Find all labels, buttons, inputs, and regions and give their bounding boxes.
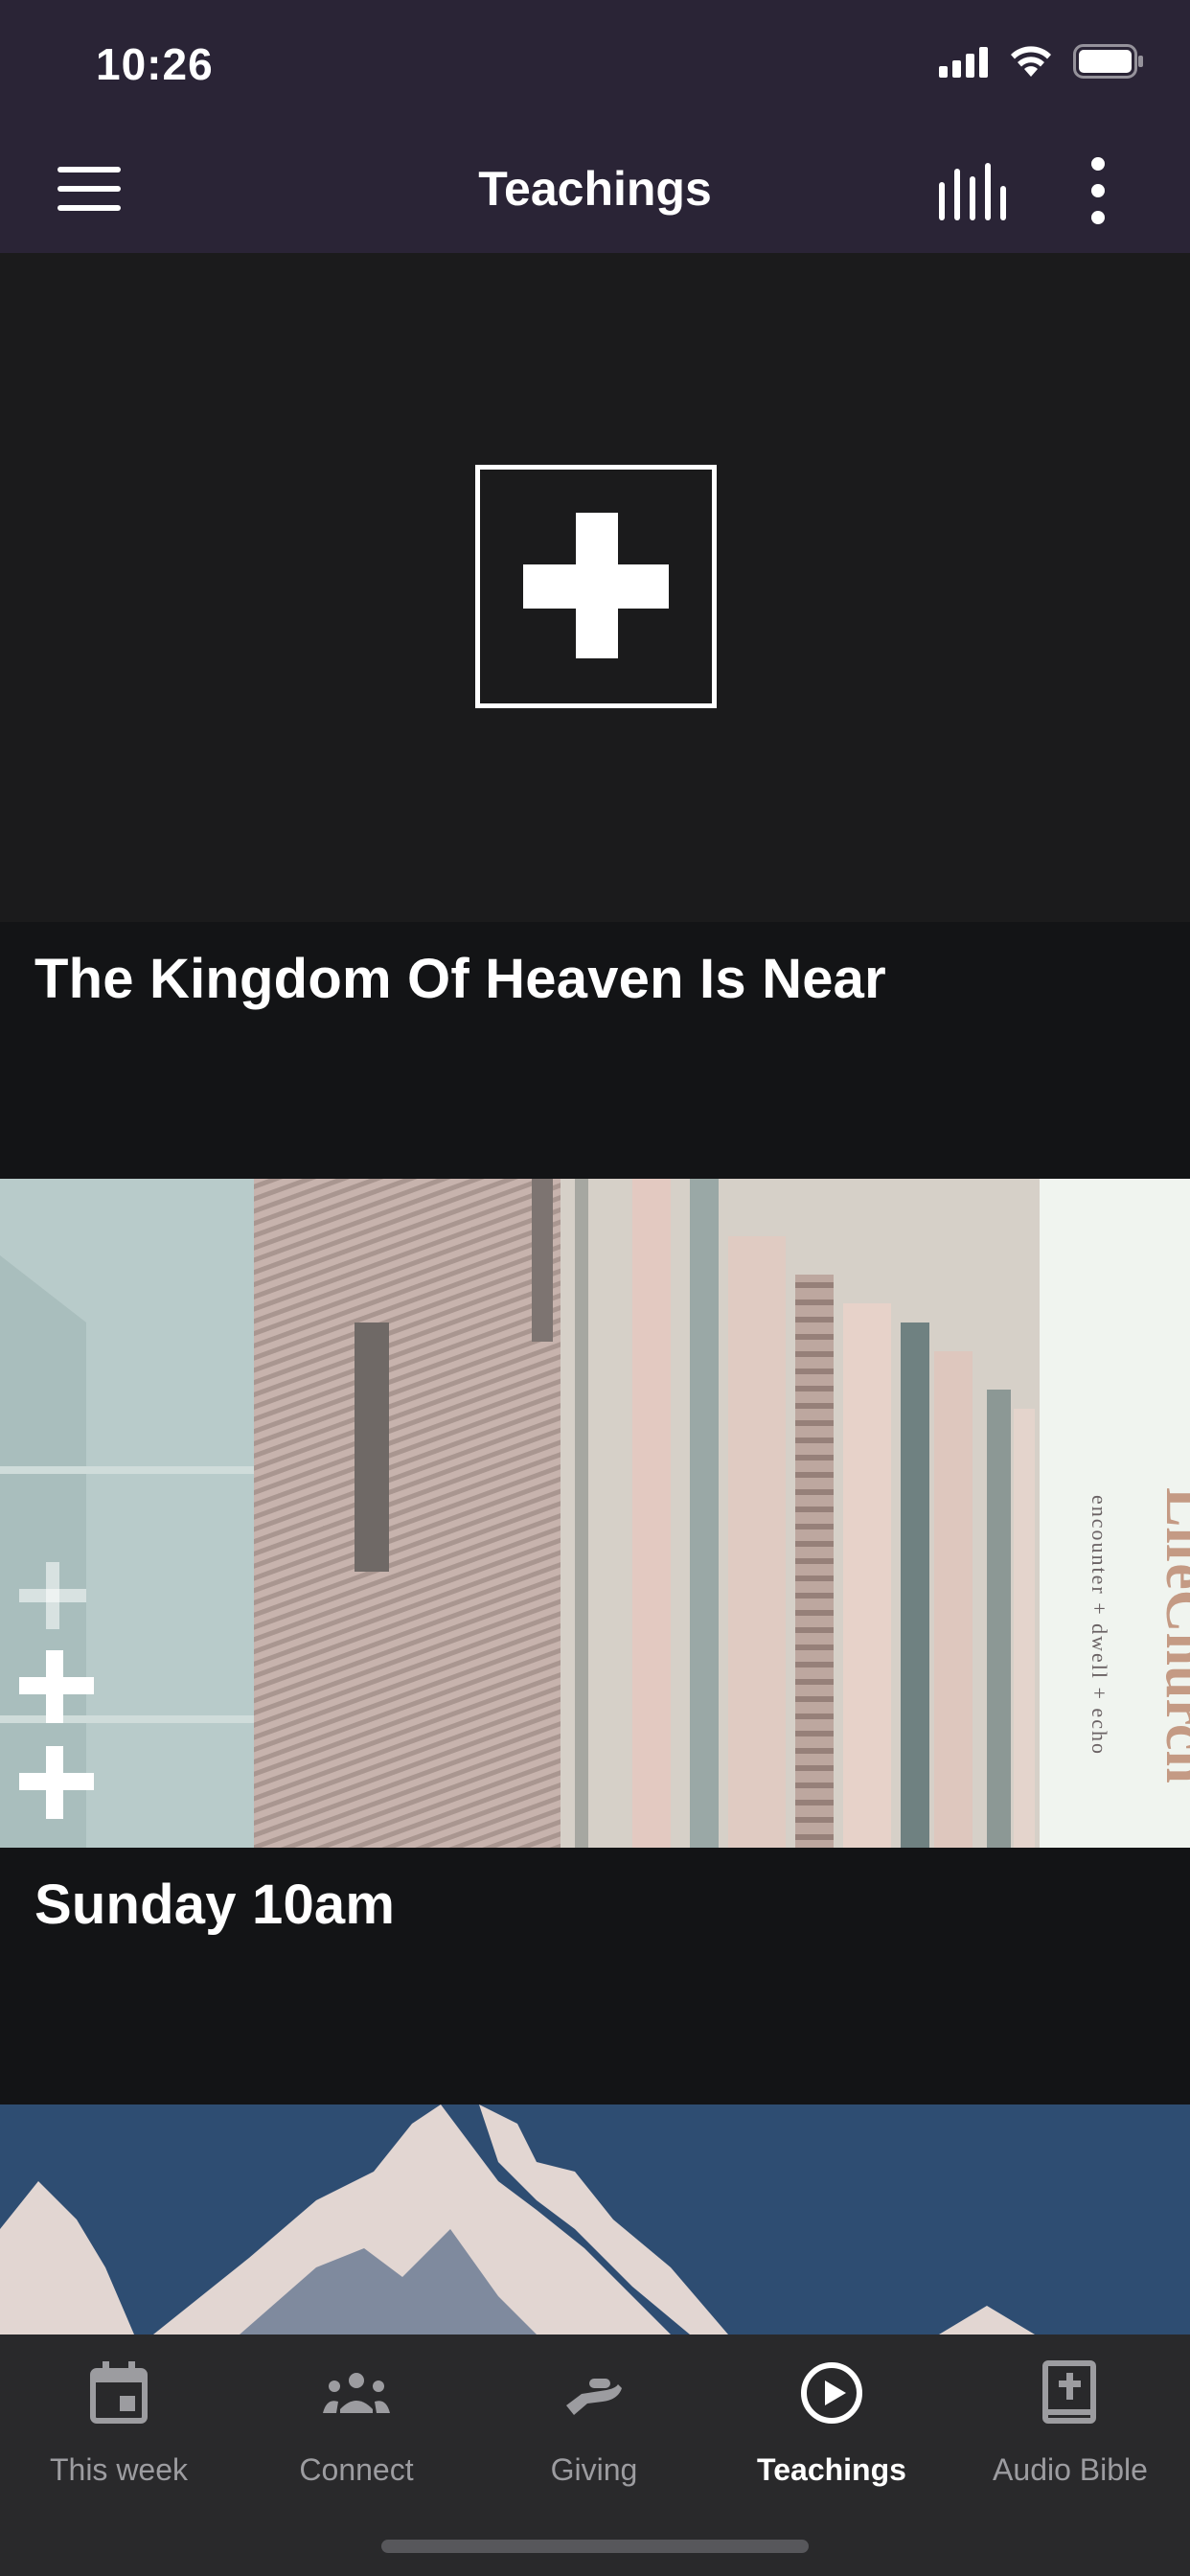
calendar-icon: [90, 2361, 148, 2424]
brand-name: LifeChurch: [1154, 1487, 1190, 1783]
nav-item-connect[interactable]: Connect: [238, 2334, 475, 2526]
status-bar: 10:26: [0, 0, 1190, 126]
nav-item-giving[interactable]: Giving: [475, 2334, 713, 2526]
more-vertical-icon[interactable]: [1083, 157, 1115, 224]
nav-label: Connect: [299, 2452, 414, 2487]
audio-bars-icon[interactable]: [937, 163, 1010, 220]
teaching-card-image-2[interactable]: LifeChurch encounter + dwell + echo: [0, 1179, 1190, 1848]
home-indicator[interactable]: [381, 2540, 809, 2553]
nav-item-teachings[interactable]: Teachings: [713, 2334, 950, 2526]
teaching-card-title: Sunday 10am: [34, 1874, 396, 1936]
page-title: Teachings: [478, 162, 712, 216]
nav-item-this-week[interactable]: This week: [0, 2334, 238, 2526]
bible-icon: [1042, 2360, 1096, 2424]
play-circle-icon: [801, 2362, 862, 2424]
nav-label: Audio Bible: [993, 2452, 1148, 2487]
nav-label: Giving: [550, 2452, 638, 2487]
teaching-card-2[interactable]: Sunday 10am: [0, 1848, 1190, 2104]
cellular-signal-icon: [939, 47, 988, 78]
giving-hand-icon: [566, 2379, 622, 2415]
group-icon: [323, 2373, 390, 2413]
teaching-card-title: The Kingdom Of Heaven Is Near: [34, 948, 886, 1010]
teaching-card-1[interactable]: The Kingdom Of Heaven Is Near: [0, 922, 1190, 1179]
nav-label: Teachings: [757, 2452, 906, 2487]
wifi-icon: [1011, 46, 1051, 77]
status-time: 10:26: [96, 39, 214, 89]
status-icons: [939, 44, 1144, 79]
cross-logo: [475, 465, 717, 708]
brand-tagline: encounter + dwell + echo: [1087, 1495, 1111, 1756]
teaching-card-image-3[interactable]: [0, 2104, 1190, 2334]
app-bar: Teachings: [0, 126, 1190, 253]
nav-label: This week: [49, 2452, 189, 2487]
teaching-card-image-1[interactable]: [0, 253, 1190, 922]
nav-item-audio-bible[interactable]: Audio Bible: [950, 2334, 1190, 2526]
mountain-illustration: [0, 2104, 1190, 2334]
battery-icon: [1073, 44, 1143, 79]
building-photo: LifeChurch encounter + dwell + echo: [0, 1179, 1190, 1848]
